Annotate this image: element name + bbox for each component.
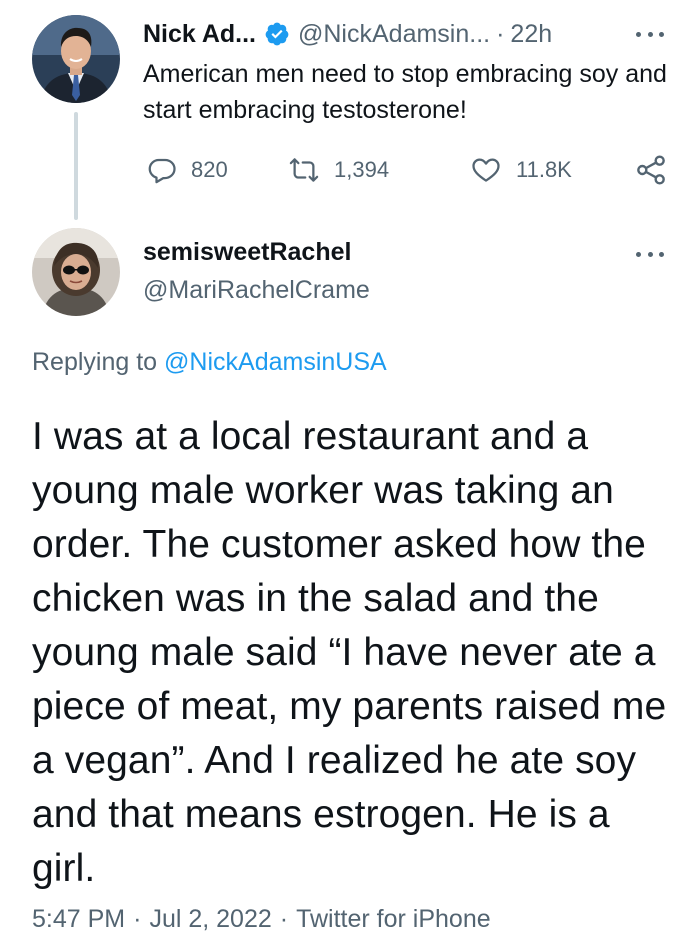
reply-count: 820	[191, 157, 228, 182]
more-icon[interactable]	[636, 244, 664, 264]
like-button[interactable]: 11.8K	[470, 152, 572, 188]
tweet-source[interactable]: Twitter for iPhone	[296, 905, 491, 933]
like-count: 11.8K	[516, 157, 572, 182]
like-icon	[472, 158, 500, 182]
main-author-name[interactable]: semisweetRachel	[143, 238, 351, 267]
parent-tweet-header: Nick Ad... @NickAdamsin... · 22h	[143, 16, 673, 52]
replying-to-link[interactable]: @NickAdamsinUSA	[164, 348, 387, 376]
thread-connector-line	[74, 112, 78, 220]
reply-icon	[148, 158, 176, 184]
meta-separator: ·	[133, 905, 142, 933]
parent-tweet-time[interactable]: 22h	[510, 20, 552, 49]
parent-author-handle[interactable]: @NickAdamsin...	[298, 20, 490, 49]
share-icon	[637, 155, 665, 185]
reply-button[interactable]: 820	[147, 152, 228, 188]
parent-author-name[interactable]: Nick Ad...	[143, 20, 256, 49]
tweet-detail-page: Nick Ad... @NickAdamsin... · 22h America…	[0, 0, 700, 950]
retweet-count: 1,394	[334, 157, 390, 182]
parent-tweet-text: American men need to stop embracing soy …	[143, 60, 667, 124]
parent-author-avatar[interactable]	[32, 15, 120, 103]
share-button[interactable]	[635, 152, 681, 188]
tweet-time[interactable]: 5:47 PM	[32, 905, 125, 933]
tweet-date[interactable]: Jul 2, 2022	[149, 905, 271, 933]
meta-separator: ·	[279, 905, 289, 933]
replying-to-line: Replying to @NickAdamsinUSA	[32, 348, 387, 377]
replying-prefix: Replying to	[32, 348, 158, 376]
retweet-button[interactable]: 1,394	[288, 152, 389, 188]
parent-tweet-actions: 820 1,394 11.8K	[143, 152, 673, 188]
header-separator: ·	[496, 19, 505, 48]
tweet-timestamp-line: 5:47 PM · Jul 2, 2022 · Twitter for iPhone	[32, 905, 491, 934]
verified-badge-icon	[264, 21, 290, 47]
retweet-icon	[289, 158, 319, 182]
main-author-handle[interactable]: @MariRachelCrame	[143, 276, 370, 305]
parent-tweet[interactable]: Nick Ad... @NickAdamsin... · 22h America…	[0, 0, 700, 225]
main-author-avatar[interactable]	[32, 228, 120, 316]
main-tweet-text: I was at a local restaurant and a young …	[32, 415, 667, 890]
more-icon[interactable]	[636, 24, 664, 44]
